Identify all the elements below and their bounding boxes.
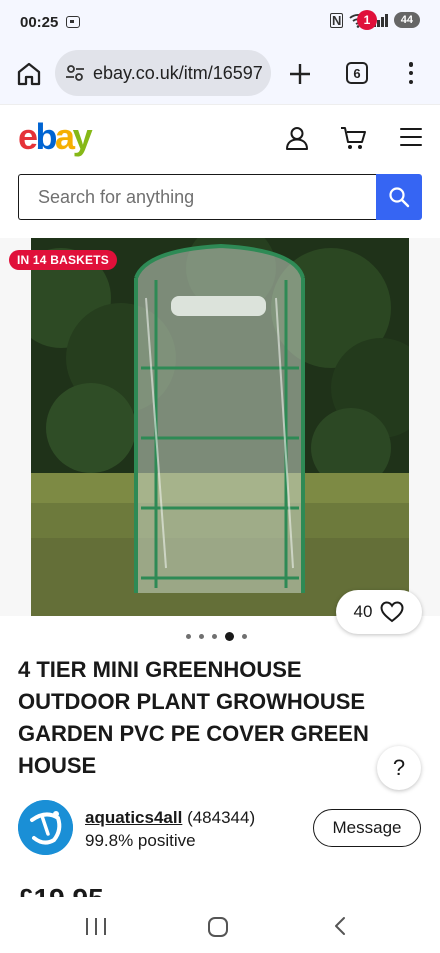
cart-count-badge: 1	[357, 10, 377, 30]
tab-switcher-button[interactable]: 6	[346, 62, 368, 84]
baskets-badge: IN 14 BASKETS	[9, 250, 117, 270]
more-options-icon[interactable]	[404, 60, 418, 86]
help-button[interactable]: ?	[377, 746, 421, 790]
carousel-pagination	[186, 632, 247, 641]
browser-toolbar: ebay.co.uk/itm/16597 6	[0, 44, 440, 104]
battery-indicator: 44	[393, 12, 420, 28]
seller-username-link[interactable]: aquatics4all	[85, 808, 182, 827]
site-settings-icon[interactable]	[65, 63, 85, 83]
seller-positive-feedback: 99.8% positive	[85, 831, 196, 850]
new-tab-icon[interactable]	[288, 62, 312, 86]
screen-record-icon	[66, 16, 81, 28]
carousel-dot[interactable]	[225, 632, 234, 641]
watch-button[interactable]: 40	[336, 590, 422, 634]
android-nav-bar	[0, 897, 440, 953]
recent-apps-icon[interactable]	[86, 918, 106, 935]
product-photo[interactable]	[31, 238, 409, 616]
seller-info: aquatics4all (484344) 99.8% positive Mes…	[18, 800, 422, 856]
seller-name: aquatics4all (484344)	[85, 808, 255, 828]
nfc-icon: N	[330, 12, 344, 28]
search-button[interactable]	[376, 174, 422, 220]
search-input[interactable]: Search for anything	[18, 174, 378, 220]
product-title: 4 TIER MINI GREENHOUSE OUTDOOR PLANT GRO…	[18, 657, 369, 778]
carousel-dot[interactable]	[242, 634, 247, 639]
carousel-dot[interactable]	[186, 634, 191, 639]
search-icon	[389, 187, 410, 208]
watch-count: 40	[353, 602, 373, 621]
status-time: 00:25	[20, 13, 59, 31]
hamburger-menu-icon[interactable]	[400, 128, 422, 146]
site-header: ebay	[0, 104, 440, 168]
url-text: ebay.co.uk/itm/16597	[93, 62, 263, 83]
ebay-logo[interactable]: ebay	[18, 115, 93, 159]
avatar[interactable]	[18, 800, 73, 855]
seller-feedback-count: (484344)	[187, 808, 256, 827]
product-image-carousel[interactable]	[0, 238, 440, 616]
message-seller-button[interactable]: Message	[313, 809, 421, 847]
carousel-dot[interactable]	[199, 634, 204, 639]
user-icon[interactable]	[284, 125, 310, 151]
back-icon[interactable]	[333, 916, 347, 936]
cart-icon[interactable]	[340, 125, 368, 151]
address-bar[interactable]: ebay.co.uk/itm/16597	[55, 50, 271, 96]
price: £19.95	[18, 883, 104, 897]
home-nav-icon[interactable]	[208, 917, 228, 937]
heart-icon	[380, 601, 404, 623]
home-icon[interactable]	[16, 61, 42, 87]
carousel-dot[interactable]	[212, 634, 217, 639]
